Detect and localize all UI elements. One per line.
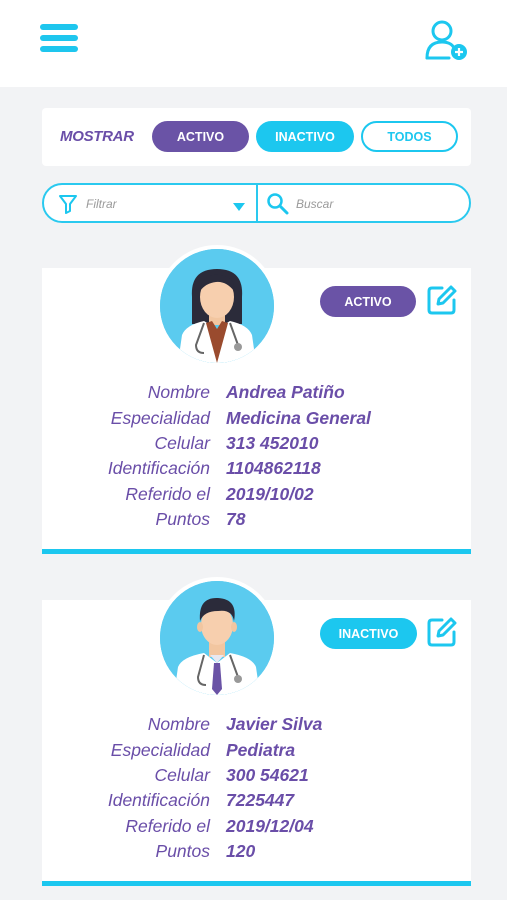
nombre-value: Andrea Patiño [226, 382, 345, 402]
nombre-label: Nombre [147, 382, 210, 402]
filter-placeholder: Filtrar [86, 197, 117, 211]
add-user-icon[interactable] [423, 18, 471, 62]
status-badge: INACTIVO [320, 618, 417, 649]
search-icon [266, 192, 290, 221]
info-row-referido: Referido el 2019/12/04 [42, 816, 471, 841]
referido-value: 2019/10/02 [226, 484, 314, 504]
info-row-celular: Celular 313 452010 [42, 433, 471, 458]
nombre-value: Javier Silva [226, 714, 323, 734]
info-row-puntos: Puntos 120 [42, 841, 471, 866]
info-row-especialidad: Especialidad Pediatra [42, 740, 471, 765]
info-row-identificacion: Identificación 7225447 [42, 790, 471, 815]
info-row-nombre: Nombre Andrea Patiño [42, 382, 471, 407]
especialidad-label: Especialidad [110, 740, 210, 760]
info-row-referido: Referido el 2019/10/02 [42, 484, 471, 509]
referido-label: Referido el [125, 816, 210, 836]
especialidad-value: Medicina General [226, 408, 371, 428]
info-row-celular: Celular 300 54621 [42, 765, 471, 790]
edit-icon[interactable] [426, 284, 458, 316]
status-filter-card: MOSTRAR ACTIVO INACTIVO TODOS [42, 108, 471, 166]
search-input[interactable]: Buscar [258, 185, 471, 221]
celular-label: Celular [154, 765, 210, 785]
especialidad-value: Pediatra [226, 740, 296, 760]
avatar [156, 245, 278, 367]
info-row-especialidad: Especialidad Medicina General [42, 408, 471, 433]
edit-icon[interactable] [426, 616, 458, 648]
puntos-label: Puntos [155, 509, 210, 529]
filter-activo-button[interactable]: ACTIVO [152, 121, 249, 152]
referido-value: 2019/12/04 [226, 816, 314, 836]
referido-label: Referido el [125, 484, 210, 504]
puntos-label: Puntos [155, 841, 210, 861]
especialidad-label: Especialidad [110, 408, 210, 428]
filter-dropdown[interactable]: Filtrar [44, 185, 256, 221]
identificacion-label: Identificación [107, 790, 210, 810]
celular-value: 313 452010 [226, 433, 319, 453]
filter-inactivo-button[interactable]: INACTIVO [256, 121, 354, 152]
chevron-down-icon [232, 199, 246, 217]
celular-label: Celular [154, 433, 210, 453]
nombre-label: Nombre [147, 714, 210, 734]
mostrar-label: MOSTRAR [60, 128, 134, 145]
doctor-card: INACTIVO Nombre Javier Silva Especialida… [42, 577, 471, 886]
funnel-icon [58, 194, 78, 219]
hamburger-menu-icon[interactable] [40, 24, 78, 54]
filter-todos-button[interactable]: TODOS [361, 121, 458, 152]
top-bar [0, 0, 507, 87]
puntos-value: 78 [226, 509, 246, 529]
avatar [156, 577, 278, 699]
female-doctor-avatar-icon [160, 249, 274, 363]
puntos-value: 120 [226, 841, 256, 861]
male-doctor-avatar-icon [160, 581, 274, 695]
search-placeholder: Buscar [296, 197, 334, 211]
search-bar: Filtrar Buscar [42, 183, 471, 223]
identificacion-value: 1104862118 [226, 458, 321, 478]
status-badge: ACTIVO [320, 286, 416, 317]
identificacion-value: 7225447 [226, 790, 295, 810]
info-row-identificacion: Identificación 1104862118 [42, 458, 471, 483]
identificacion-label: Identificación [107, 458, 210, 478]
info-row-nombre: Nombre Javier Silva [42, 714, 471, 739]
doctor-card: ACTIVO Nombre Andrea Patiño Especialidad… [42, 245, 471, 554]
info-row-puntos: Puntos 78 [42, 509, 471, 534]
celular-value: 300 54621 [226, 765, 309, 785]
